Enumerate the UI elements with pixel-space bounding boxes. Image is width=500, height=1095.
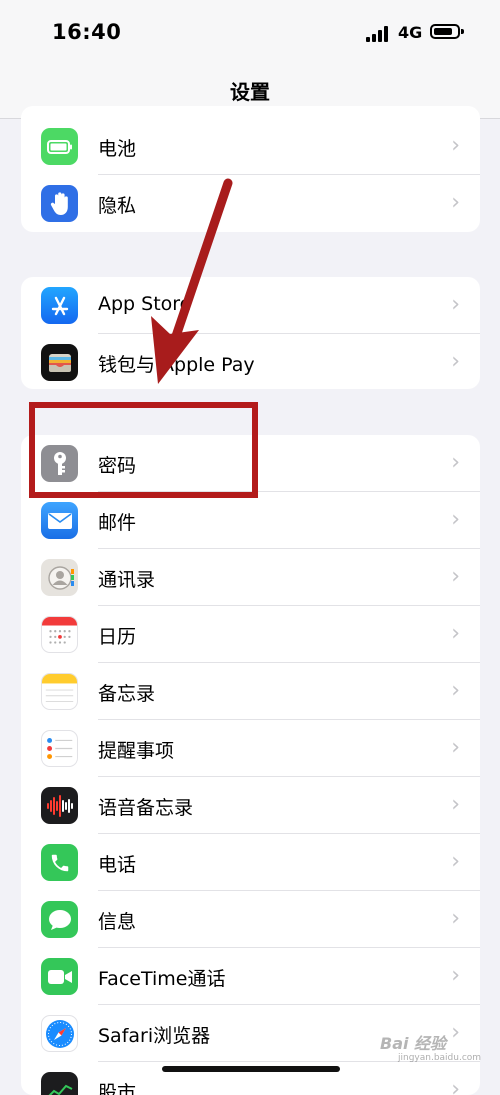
stocks-icon [41,1072,78,1095]
settings-row-label: 隐私 [98,195,137,217]
settings-row-notes[interactable]: 备忘录 › [21,663,480,720]
messages-icon [41,901,78,938]
chevron-right-icon: › [451,190,460,215]
settings-group-1: 电池 › 隐私 › [21,106,480,232]
voice-memos-icon [41,787,78,824]
settings-group-2: App Store › 钱包与 Apple Pay › [21,277,480,389]
chevron-right-icon: › [451,1020,460,1045]
settings-row-wallet[interactable]: 钱包与 Apple Pay › [21,334,480,389]
network-type: 4G [398,23,423,42]
safari-icon [41,1015,78,1052]
calendar-icon [41,616,78,653]
chevron-right-icon: › [451,963,460,988]
settings-row-label: 信息 [98,911,137,933]
settings-row-messages[interactable]: 信息 › [21,891,480,948]
settings-row-label: 语音备忘录 [98,797,194,819]
settings-row-label: 电池 [98,138,137,160]
settings-row-label: 日历 [98,626,137,648]
settings-row-battery[interactable]: 电池 › [21,118,480,175]
chevron-right-icon: › [451,849,460,874]
chevron-right-icon: › [451,906,460,931]
facetime-icon [41,958,78,995]
chevron-right-icon: › [451,678,460,703]
settings-row-label: 提醒事项 [98,740,175,762]
settings-row-calendar[interactable]: 日历 › [21,606,480,663]
chevron-right-icon: › [451,621,460,646]
settings-row-label: 钱包与 Apple Pay [98,354,255,376]
watermark: Bai 经验 [380,1034,447,1053]
settings-row-label: 邮件 [98,512,137,534]
settings-row-phone[interactable]: 电话 › [21,834,480,891]
settings-row-label: App Store [98,293,192,315]
chevron-right-icon: › [451,292,460,317]
signal-strength-icon [366,26,390,42]
reminders-icon [41,730,78,767]
status-bar: 16:40 4G [0,0,500,70]
settings-row-facetime[interactable]: FaceTime通话 › [21,948,480,1005]
phone-icon [41,844,78,881]
settings-row-mail[interactable]: 邮件 › [21,492,480,549]
chevron-right-icon: › [451,735,460,760]
app-store-icon [41,287,78,324]
settings-row-label: Safari浏览器 [98,1025,211,1047]
chevron-right-icon: › [451,133,460,158]
settings-row-label: 股市 [98,1082,137,1095]
settings-row-label: 通讯录 [98,569,156,591]
battery-icon [41,128,78,165]
page-title: 设置 [230,80,270,104]
chevron-right-icon: › [451,349,460,374]
notes-icon [41,673,78,710]
settings-row-contacts[interactable]: 通讯录 › [21,549,480,606]
settings-row-privacy[interactable]: 隐私 › [21,175,480,232]
watermark-url: jingyan.baidu.com [398,1053,482,1063]
settings-row-reminders[interactable]: 提醒事项 › [21,720,480,777]
settings-group-3: 密码 › 邮件 › 通讯录 › 日历 › 备忘录 › 提醒事项 › 语音备忘录 … [21,435,480,1095]
highlight-box [29,402,258,498]
battery-status-icon [430,24,464,39]
home-indicator[interactable] [162,1066,340,1072]
settings-row-voice-memos[interactable]: 语音备忘录 › [21,777,480,834]
chevron-right-icon: › [451,507,460,532]
settings-row-label: 备忘录 [98,683,156,705]
settings-row-label: 电话 [98,854,137,876]
hand-icon [41,185,78,222]
chevron-right-icon: › [451,1077,460,1095]
wallet-icon [41,344,78,381]
settings-row-label: FaceTime通话 [98,968,226,990]
chevron-right-icon: › [451,792,460,817]
contacts-icon [41,559,78,596]
status-time: 16:40 [52,20,122,44]
settings-row-app-store[interactable]: App Store › [21,277,480,334]
mail-icon [41,502,78,539]
chevron-right-icon: › [451,450,460,475]
chevron-right-icon: › [451,564,460,589]
